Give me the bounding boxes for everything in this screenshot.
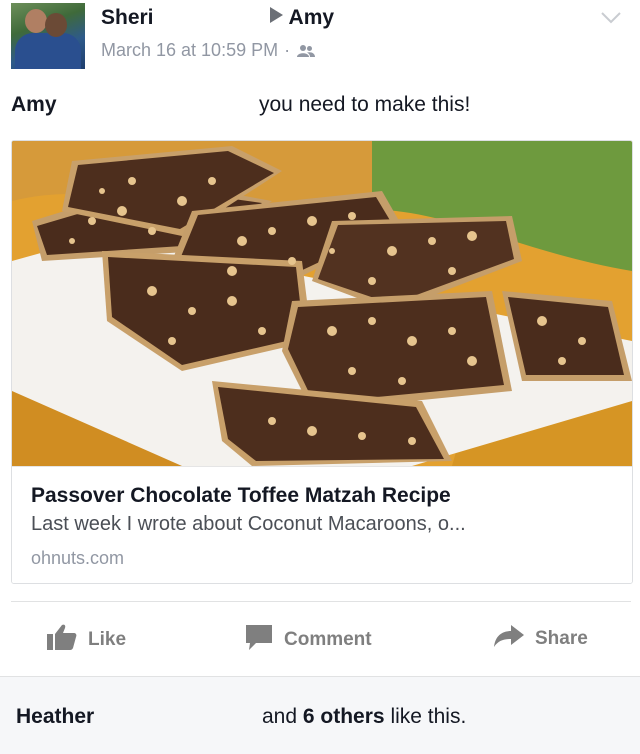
action-bar: Like Comment Share [0,603,640,675]
link-preview-image[interactable] [12,141,632,466]
arrow-right-icon [269,7,283,23]
likes-suffix: like this. [390,705,467,728]
post-meta: March 16 at 10:59 PM · [101,40,316,61]
post-message: Amy you need to make this! [11,93,470,117]
link-domain: ohnuts.com [31,548,125,568]
author-name[interactable]: Sheri [101,6,154,29]
post-participants: Sheri Amy [101,6,334,30]
post-header: Sheri Amy March 16 at 10:59 PM · [0,0,640,80]
target-name[interactable]: Amy [289,6,335,29]
link-preview-text[interactable]: Passover Chocolate Toffee Matzah Recipe … [12,466,632,583]
comment-button[interactable]: Comment [244,623,372,657]
comment-icon [244,623,274,657]
meta-separator: · [284,40,291,60]
like-button[interactable]: Like [46,623,126,657]
likes-others-link[interactable]: 6 others [303,705,385,728]
share-label: Share [535,628,588,649]
post-timestamp[interactable]: March 16 at 10:59 PM [101,40,278,61]
share-button[interactable]: Share [493,623,588,655]
chevron-down-icon[interactable] [600,10,622,26]
friends-icon [296,44,316,58]
likes-and: and [262,705,298,728]
like-label: Like [88,629,127,650]
divider [11,601,631,602]
link-title[interactable]: Passover Chocolate Toffee Matzah Recipe [31,484,451,508]
likes-text: Heather and 6 others like this. [16,705,466,729]
mention-link[interactable]: Amy [11,93,57,116]
message-text: you need to make this! [259,93,471,116]
link-preview-card[interactable]: Passover Chocolate Toffee Matzah Recipe … [11,140,633,584]
likes-summary[interactable]: Heather and 6 others like this. [0,677,640,754]
author-avatar[interactable] [11,3,85,69]
thumbs-up-icon [46,623,78,657]
share-arrow-icon [493,623,525,655]
comment-label: Comment [284,629,372,650]
liker-name[interactable]: Heather [16,705,94,728]
link-description: Last week I wrote about Coconut Macaroon… [31,513,466,535]
likes-rest: and 6 others like this. [262,705,466,729]
